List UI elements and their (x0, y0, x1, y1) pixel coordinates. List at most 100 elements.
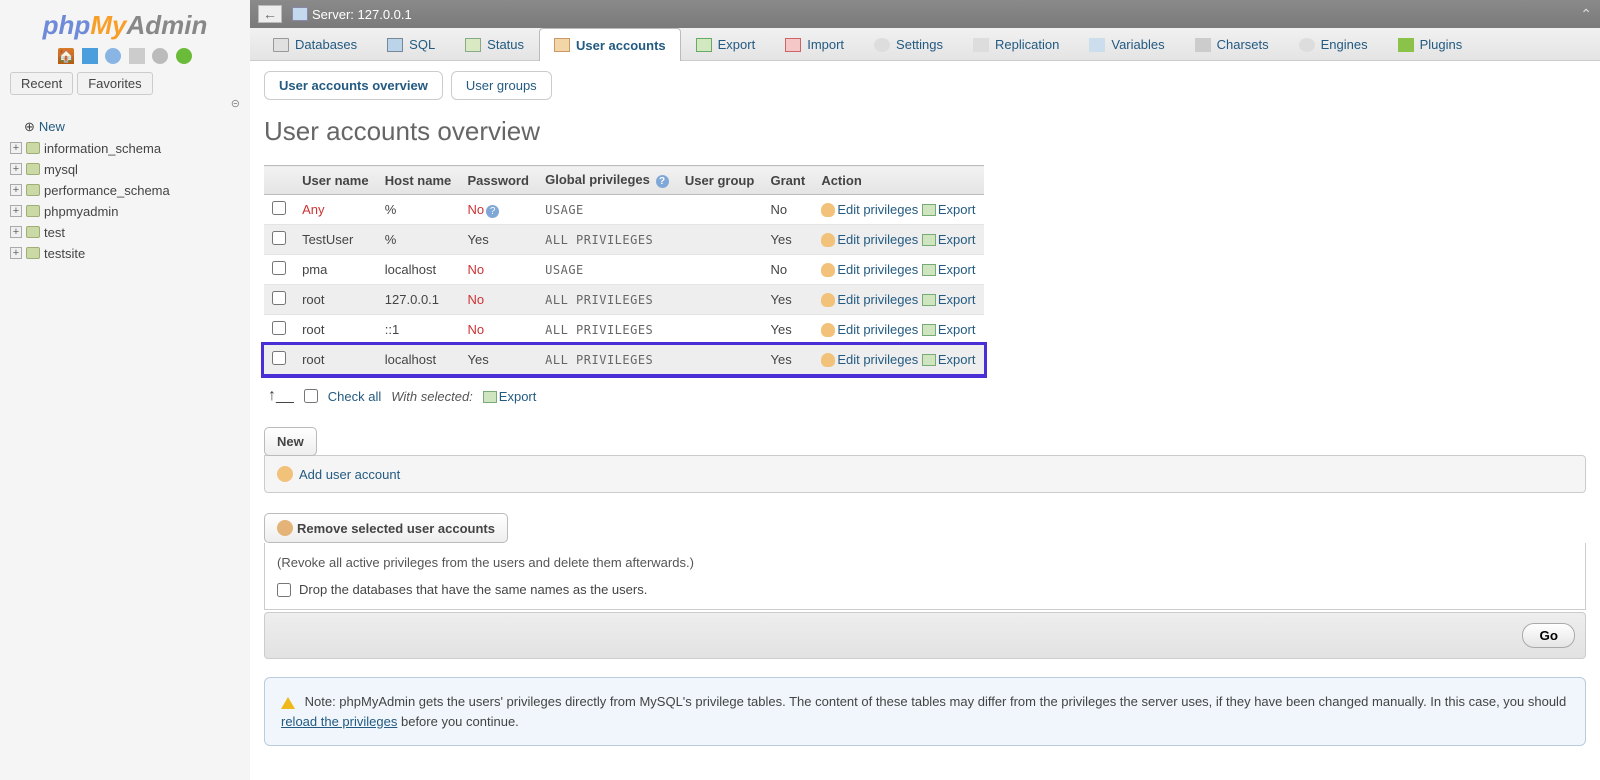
tab-import[interactable]: Import (770, 28, 859, 60)
tab-plugins[interactable]: Plugins (1383, 28, 1478, 60)
tree-item-db[interactable]: +performance_schema (8, 180, 242, 201)
th-global[interactable]: Global privileges ? (537, 166, 677, 195)
database-icon (26, 226, 40, 238)
note-suffix: before you continue. (401, 714, 519, 729)
nav-tab-recent[interactable]: Recent (10, 72, 73, 95)
th-host[interactable]: Host name (377, 166, 460, 195)
expand-icon[interactable]: + (10, 184, 22, 196)
help-icon[interactable] (105, 48, 121, 64)
expand-icon[interactable]: + (10, 205, 22, 217)
edit-privileges-link[interactable]: Edit privileges (821, 262, 918, 277)
cell-host: localhost (377, 255, 460, 285)
cell-group (677, 225, 763, 255)
sidebar-collapse-icon[interactable]: ⊝ (4, 97, 246, 110)
subtab-groups[interactable]: User groups (451, 71, 552, 100)
docs-icon[interactable] (129, 48, 145, 64)
edit-privileges-link[interactable]: Edit privileges (821, 232, 918, 247)
warning-icon (281, 697, 295, 709)
th-grant[interactable]: Grant (763, 166, 814, 195)
tab-engines[interactable]: Engines (1284, 28, 1383, 60)
th-group[interactable]: User group (677, 166, 763, 195)
logo-admin: Admin (126, 10, 207, 40)
tree-item-db[interactable]: +testsite (8, 243, 242, 264)
row-checkbox[interactable] (272, 291, 286, 305)
tab-databases[interactable]: Databases (258, 28, 372, 60)
help-icon[interactable]: ? (656, 175, 669, 188)
th-user[interactable]: User name (294, 166, 377, 195)
charsets-icon (1195, 38, 1211, 52)
edit-privileges-link[interactable]: Edit privileges (821, 292, 918, 307)
export-link[interactable]: Export (922, 352, 976, 367)
logo[interactable]: phpMyAdmin (4, 4, 246, 43)
check-all-checkbox[interactable] (304, 389, 318, 403)
home-icon[interactable] (58, 48, 74, 64)
check-all-link[interactable]: Check all (328, 389, 381, 404)
subtab-overview[interactable]: User accounts overview (264, 71, 443, 100)
users-icon (554, 38, 570, 52)
database-icon (26, 163, 40, 175)
export-link[interactable]: Export (922, 292, 976, 307)
tree-new[interactable]: ⊕ New (22, 116, 242, 138)
reload-privileges-link[interactable]: reload the privileges (281, 714, 397, 729)
cell-user: pma (294, 255, 377, 285)
tab-export[interactable]: Export (681, 28, 771, 60)
tab-variables[interactable]: Variables (1074, 28, 1179, 60)
tab-user-accounts[interactable]: User accounts (539, 28, 681, 61)
cell-privileges: ALL PRIVILEGES (537, 345, 677, 375)
drop-db-checkbox[interactable] (277, 583, 291, 597)
help-icon[interactable]: ? (486, 205, 499, 218)
export-link[interactable]: Export (922, 262, 976, 277)
edit-privileges-link[interactable]: Edit privileges (821, 202, 918, 217)
expand-icon[interactable]: + (10, 247, 22, 259)
sql-icon[interactable] (82, 48, 98, 64)
export-link[interactable]: Export (922, 202, 976, 217)
expand-icon[interactable]: + (10, 163, 22, 175)
tab-status[interactable]: Status (450, 28, 539, 60)
engines-icon (1299, 38, 1315, 52)
th-password[interactable]: Password (460, 166, 538, 195)
remove-body: (Revoke all active privileges from the u… (264, 543, 1586, 610)
edit-privileges-link[interactable]: Edit privileges (821, 322, 918, 337)
row-checkbox[interactable] (272, 321, 286, 335)
tab-charsets[interactable]: Charsets (1180, 28, 1284, 60)
database-icon (26, 184, 40, 196)
go-button[interactable]: Go (1522, 623, 1575, 648)
tab-sql[interactable]: SQL (372, 28, 450, 60)
note-prefix: Note: phpMyAdmin gets the users' privile… (305, 694, 1567, 709)
tab-settings[interactable]: Settings (859, 28, 958, 60)
add-user-account-link[interactable]: Add user account (277, 466, 1573, 482)
gear-icon[interactable] (152, 48, 168, 64)
row-checkbox[interactable] (272, 261, 286, 275)
bulk-export[interactable]: Export (483, 389, 537, 404)
cell-grant: Yes (763, 285, 814, 315)
collapse-panel-icon[interactable]: ⌃ (1580, 6, 1592, 23)
back-arrow-icon[interactable]: ← (258, 5, 282, 23)
tab-replication[interactable]: Replication (958, 28, 1074, 60)
row-checkbox[interactable] (272, 351, 286, 365)
main: ← Server: 127.0.0.1 ⌃ Databases SQL Stat… (250, 0, 1600, 780)
tree-item-db[interactable]: +information_schema (8, 138, 242, 159)
new-button[interactable]: New (264, 427, 317, 456)
reload-icon[interactable] (176, 48, 192, 64)
tree-item-db[interactable]: + mysql (8, 159, 242, 180)
tree-item-db[interactable]: +test (8, 222, 242, 243)
database-icon (26, 205, 40, 217)
export-link[interactable]: Export (922, 322, 976, 337)
expand-icon[interactable]: + (10, 142, 22, 154)
nav-tab-favorites[interactable]: Favorites (77, 72, 152, 95)
row-checkbox[interactable] (272, 201, 286, 215)
tree-item-db[interactable]: +phpmyadmin (8, 201, 242, 222)
cell-action: Edit privileges Export (813, 285, 984, 315)
user-edit-icon (821, 233, 835, 247)
replication-icon (973, 38, 989, 52)
page-title: User accounts overview (264, 116, 1586, 147)
export-link[interactable]: Export (922, 232, 976, 247)
cell-privileges: ALL PRIVILEGES (537, 285, 677, 315)
edit-privileges-link[interactable]: Edit privileges (821, 352, 918, 367)
cell-user: root (294, 345, 377, 375)
th-action: Action (813, 166, 984, 195)
expand-icon[interactable]: + (10, 226, 22, 238)
tree-item-label: mysql (44, 162, 78, 177)
server-label[interactable]: Server: 127.0.0.1 (312, 7, 412, 22)
row-checkbox[interactable] (272, 231, 286, 245)
